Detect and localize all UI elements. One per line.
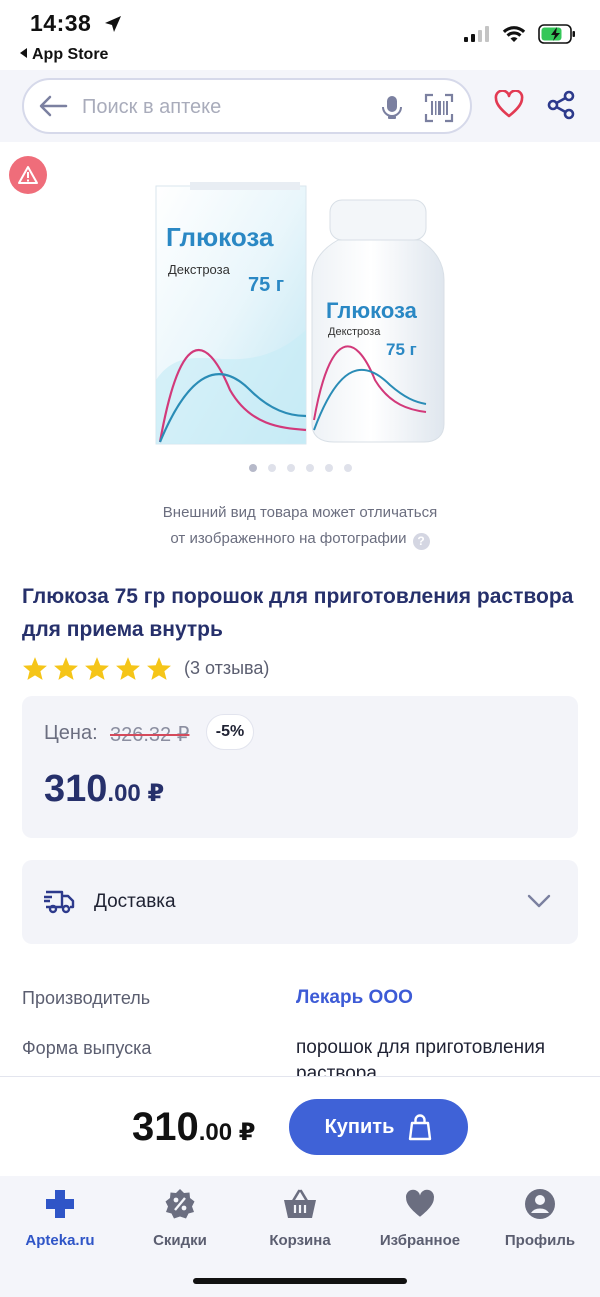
tab-profile[interactable]: Профиль — [480, 1186, 600, 1249]
battery-icon — [538, 24, 575, 44]
disclaimer-line-2: от изображенного на фотографии? — [0, 526, 600, 552]
product-image[interactable]: Глюкоза Декстроза 75 г Глюкоза Декстроза… — [150, 180, 450, 450]
current-price-decimals: .00 ₽ — [107, 780, 165, 807]
reviews-count-link[interactable]: (3 отзыва) — [184, 658, 269, 679]
warning-icon — [18, 166, 38, 184]
package-brand-jar: Глюкоза — [326, 298, 417, 323]
search-input[interactable]: Поиск в аптеке — [22, 78, 472, 134]
package-sub-jar: Декстроза — [328, 326, 381, 338]
gallery-dot[interactable] — [286, 464, 295, 472]
product-title: Глюкоза 75 гр порошок для приготовления … — [22, 585, 574, 641]
delivery-accordion[interactable]: Доставка — [22, 860, 578, 944]
heart-icon — [406, 1189, 434, 1217]
home-indicator — [193, 1278, 407, 1284]
cross-icon — [46, 1190, 74, 1218]
status-icons — [464, 24, 576, 44]
buy-bar: 310.00 ₽ Купить — [0, 1076, 600, 1176]
spec-value-form: порошок для приготовления раствора — [296, 1037, 546, 1076]
gallery-dot[interactable] — [343, 464, 352, 472]
signal-icon — [464, 26, 489, 42]
share-icon[interactable] — [546, 90, 576, 125]
status-time: 14:38 — [30, 10, 122, 39]
buy-button-label: Купить — [324, 1115, 395, 1138]
profile-icon — [525, 1189, 555, 1219]
barcode-icon[interactable] — [424, 93, 454, 128]
spec-value-manufacturer-link[interactable]: Лекарь ООО — [296, 985, 578, 1011]
package-weight-jar: 75 г — [386, 340, 417, 359]
gallery-pagination[interactable] — [0, 464, 600, 472]
tab-favorites[interactable]: Избранное — [360, 1186, 480, 1249]
price-card: Цена: 326.32 ₽ -5% 310.00 ₽ — [22, 696, 578, 838]
basket-icon — [284, 1189, 316, 1218]
favorite-heart-icon[interactable] — [494, 89, 524, 123]
gallery-dot[interactable] — [305, 464, 314, 472]
chevron-down-icon[interactable] — [526, 892, 552, 915]
discount-badge: -5% — [206, 714, 254, 750]
spec-value-form-wrapper: порошок для приготовления раствора — [0, 1034, 600, 1076]
status-time-text: 14:38 — [30, 10, 92, 36]
star-icon — [23, 657, 47, 680]
tab-profile-label: Профиль — [504, 1232, 576, 1249]
buy-button[interactable]: Купить — [289, 1099, 468, 1155]
bag-icon — [409, 1114, 432, 1141]
buy-bar-price-integer: 310 — [132, 1105, 199, 1149]
star-icon — [54, 657, 78, 680]
location-arrow-icon — [104, 12, 122, 39]
back-arrow-icon[interactable] — [38, 94, 68, 123]
gallery-dot[interactable] — [248, 464, 257, 472]
star-icon — [85, 657, 109, 680]
current-price: 310.00 ₽ — [44, 768, 164, 811]
back-to-app-link[interactable]: App Store — [20, 46, 108, 64]
image-disclaimer: Внешний вид товара может отличаться от и… — [0, 500, 600, 552]
truck-icon — [44, 886, 76, 921]
back-app-label: App Store — [32, 46, 109, 63]
tab-apteka-label: Apteka.ru — [25, 1232, 95, 1249]
search-placeholder: Поиск в аптеке — [82, 96, 222, 118]
tab-discounts-label: Скидки — [153, 1232, 207, 1249]
status-bar: 14:38 App Store — [0, 0, 600, 70]
package-weight-box: 75 г — [248, 274, 285, 296]
product-rating[interactable]: (3 отзыва) — [22, 656, 269, 681]
star-icon — [147, 657, 171, 680]
package-sub-box: Декстроза — [168, 262, 230, 277]
back-triangle-icon — [20, 48, 27, 58]
buy-bar-price: 310.00 ₽ — [132, 1105, 255, 1150]
package-brand-box: Глюкоза — [166, 222, 274, 252]
help-icon[interactable]: ? — [412, 533, 430, 550]
old-price: 326.32 ₽ — [110, 724, 190, 746]
tab-cart-label: Корзина — [269, 1232, 331, 1249]
gallery-dot[interactable] — [324, 464, 333, 472]
mic-icon[interactable] — [380, 94, 404, 127]
wifi-icon — [502, 26, 526, 42]
tab-cart[interactable]: Корзина — [240, 1186, 360, 1249]
buy-bar-price-decimals: .00 ₽ — [198, 1119, 256, 1146]
disclaimer-line-2-text: от изображенного на фотографии — [170, 530, 407, 547]
rating-stars — [22, 656, 172, 681]
tab-apteka[interactable]: Apteka.ru — [0, 1186, 120, 1249]
tab-discounts[interactable]: Скидки — [120, 1186, 240, 1249]
discount-icon — [165, 1189, 195, 1219]
disclaimer-line-1: Внешний вид товара может отличаться — [162, 504, 438, 521]
gallery-dot[interactable] — [267, 464, 276, 472]
spec-label-manufacturer: Производитель — [22, 988, 151, 1008]
star-icon — [116, 657, 140, 680]
delivery-label: Доставка — [94, 891, 176, 912]
tab-favorites-label: Избранное — [379, 1232, 461, 1249]
current-price-integer: 310 — [44, 768, 108, 810]
warning-badge[interactable] — [9, 156, 47, 194]
price-label: Цена: — [44, 722, 98, 744]
